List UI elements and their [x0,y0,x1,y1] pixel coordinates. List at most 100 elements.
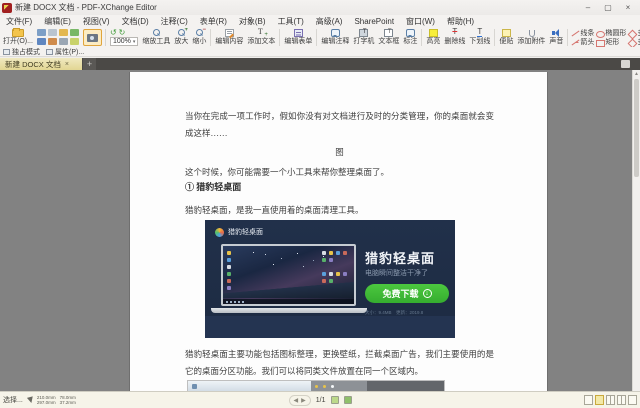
undo-icon[interactable] [37,38,46,45]
vertical-scrollbar[interactable]: ▲ [632,70,640,391]
promo-bottom-band [205,316,455,338]
tab-close-icon[interactable]: × [65,61,69,68]
text-box-button[interactable]: 文本框 [376,28,401,47]
document-viewport[interactable]: 当你在完成一项工作时，假如你没有对文档进行及时的分类管理，你的桌面就会变成这样…… [0,70,640,391]
sticky-note-button[interactable]: 便贴 [497,28,515,47]
second-image-top-edge [187,380,445,391]
menu-tools[interactable]: 工具(T) [272,15,310,28]
polyline-tool[interactable]: 多边形 [628,38,640,46]
quick-actions-group [35,28,82,47]
two-page-view-icon[interactable] [606,395,615,405]
callout-button[interactable]: 标注 [401,28,419,47]
document-page: 当你在完成一项工作时，假如你没有对文档进行及时的分类管理，你的桌面就会变成这样…… [130,72,547,391]
fit-width-icon[interactable] [344,396,352,404]
menu-advanced[interactable]: 高级(A) [310,15,349,28]
line-tool[interactable]: 线条 [571,29,594,37]
scroll-up-icon[interactable]: ▲ [633,70,640,78]
tab-label: 新建 DOCX 文档 [5,59,61,70]
paragraph: 当你在完成一项工作时，假如你没有对文档进行及时的分类管理，你的桌面就会变成这样…… [185,108,494,142]
new-tab-button[interactable]: + [83,58,96,70]
menu-bar: 文件(F) 编辑(E) 视图(V) 文档(D) 注释(C) 表单(R) 对象(B… [0,15,640,28]
desktop-icons-left [227,251,231,290]
figure-caption: 图 [185,146,494,158]
embedded-promo-image: 猎豹轻桌面 [205,220,455,338]
close-button[interactable]: × [618,1,638,14]
minimize-button[interactable]: – [578,1,598,14]
properties-button[interactable]: 属性(P)... [46,47,84,57]
sound-button[interactable]: 声音 [547,28,565,47]
next-page-icon[interactable]: ▶ [301,397,306,404]
arrow-tool[interactable]: 箭头 [571,38,594,46]
fit-page-icon[interactable] [331,396,339,404]
promo-headline: 猎豹轻桌面 [365,248,435,267]
highlight-button[interactable]: 高亮 [424,28,442,47]
status-right-group [352,395,638,405]
ellipse-tool[interactable]: 椭圆形 [596,29,626,37]
snapshot-tool-button[interactable] [83,29,102,46]
print-icon[interactable] [48,29,57,36]
open-button[interactable]: 打开(O)... [1,28,35,47]
promo-meta: 大小：9.4MB 更新：2019.8 [365,310,423,316]
polyline-icon [628,39,636,46]
save-icon[interactable] [37,29,46,36]
paperclip-icon [529,30,535,37]
menu-form[interactable]: 表单(R) [194,15,233,28]
zoom-level-value: 100% [113,38,131,45]
maximize-button[interactable]: ▢ [598,1,618,14]
menu-window[interactable]: 窗口(W) [400,15,441,28]
redo-icon[interactable] [48,38,57,45]
paste-icon[interactable] [70,38,79,45]
laptop-screen-image [221,244,356,306]
magnifier-icon [152,29,161,37]
menu-comment[interactable]: 注释(C) [155,15,194,28]
two-page-continuous-view-icon[interactable] [617,395,626,405]
copy-icon[interactable] [59,38,68,45]
sticky-note-icon [502,29,511,37]
edit-form-button[interactable]: 编辑表单 [282,28,314,47]
promo-logo: 猎豹轻桌面 [215,227,263,237]
paragraph: 这个时候，你可能需要一个小工具来帮你整理桌面了。 [185,164,494,181]
prev-page-icon[interactable]: ◀ [294,397,299,404]
tab-list-icon[interactable] [621,60,630,68]
email-icon[interactable] [59,29,68,36]
edit-comment-button[interactable]: 编辑注释 [319,28,351,47]
typewriter-button[interactable]: 打字机 [351,28,376,47]
underline-button[interactable]: 下划线 [467,28,492,47]
add-text-button[interactable]: 添加文本 [245,28,277,47]
window-title: 新建 DOCX 文档 - PDF-XChange Editor [15,2,578,13]
title-bar: 新建 DOCX 文档 - PDF-XChange Editor – ▢ × [0,0,640,15]
zoom-level-select[interactable]: 100% ▾ [110,37,138,46]
single-page-view-icon[interactable] [584,395,593,405]
zoom-tool-button[interactable]: 缩放工具 [140,28,172,47]
exclusive-mode-button[interactable]: 独占模式 [3,47,40,57]
strikethrough-button[interactable]: 删除线 [442,28,467,47]
menu-sharepoint[interactable]: SharePoint [348,16,400,27]
zoom-in-button[interactable]: + 放大 [172,28,190,47]
menu-document[interactable]: 文档(D) [116,15,155,28]
attach-file-button[interactable]: 添加附件 [515,28,547,47]
line-icon [571,30,579,37]
menu-view[interactable]: 视图(V) [77,15,116,28]
full-screen-view-icon[interactable] [628,395,637,405]
zoom-out-button[interactable]: − 缩小 [190,28,208,47]
scrollbar-thumb[interactable] [634,79,639,177]
menu-help[interactable]: 帮助(H) [441,15,480,28]
menu-file[interactable]: 文件(F) [0,15,38,28]
edit-content-button[interactable]: 编辑内容 [213,28,245,47]
page-size-readout: 210.0mm 297.0mm [37,395,56,405]
comment-icon [331,29,340,37]
rotate-ccw-icon[interactable]: ↺ [110,29,117,36]
app-window: 新建 DOCX 文档 - PDF-XChange Editor – ▢ × 文件… [0,0,640,408]
polygon-tool[interactable]: 多边形 [628,29,640,37]
rotate-cw-icon[interactable]: ↻ [119,29,126,36]
menu-edit[interactable]: 编辑(E) [38,15,77,28]
select-tool-status[interactable]: 选择... [3,395,23,405]
page-nav-group: ◀ ▶ [289,395,311,406]
rectangle-tool[interactable]: 矩形 [596,38,626,46]
line-arrow-group: 线条 箭头 [570,28,595,47]
tab-active-document[interactable]: 新建 DOCX 文档 × [0,58,82,70]
menu-object[interactable]: 对象(B) [233,15,272,28]
export-icon[interactable] [70,29,79,36]
polygon-icon [628,30,636,37]
continuous-view-icon[interactable] [595,395,604,405]
